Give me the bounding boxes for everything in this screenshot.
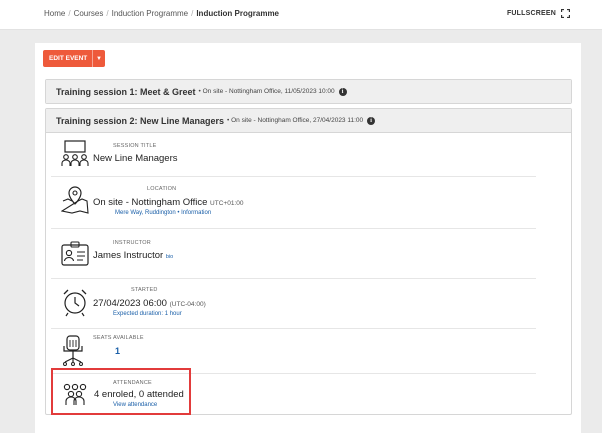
breadcrumb-current: Induction Programme: [196, 9, 280, 18]
detail-location: LOCATION On site - Nottingham Office UTC…: [51, 177, 536, 229]
breadcrumb: Home / Courses / Induction Programme / Inducti…: [44, 9, 279, 18]
presentation-icon: [61, 140, 89, 166]
session-title-label: SESSION TITLE: [113, 143, 157, 149]
session-header-1[interactable]: Training session 1: Meet & Greet • On si…: [46, 80, 571, 103]
session-title-value: New Line Managers: [93, 153, 178, 164]
office-chair-icon: [63, 335, 83, 366]
started-value-line: 27/04/2023 06:00 (UTC-04:00): [93, 298, 206, 309]
session-title: Training session 1: Meet & Greet: [56, 86, 196, 97]
location-value-line: On site - Nottingham Office UTC+01:00: [93, 197, 243, 208]
location-information-link[interactable]: Information: [181, 210, 211, 216]
location-label: LOCATION: [147, 186, 177, 192]
fullscreen-button[interactable]: FULLSCREEN: [507, 9, 570, 18]
breadcrumb-separator: /: [106, 9, 109, 18]
seats-value: 1: [115, 346, 121, 356]
detail-instructor: INSTRUCTOR James Instructor bio: [51, 229, 536, 279]
breadcrumb-home[interactable]: Home: [44, 9, 65, 18]
breadcrumb-separator: /: [191, 9, 194, 18]
breadcrumb-courses[interactable]: Courses: [74, 9, 104, 18]
instructor-label: INSTRUCTOR: [113, 240, 151, 246]
info-icon[interactable]: i: [338, 87, 347, 96]
edit-event-label: EDIT EVENT: [49, 55, 88, 62]
detail-started: STARTED 27/04/2023 06:00 (UTC-04:00) Exp…: [51, 279, 536, 329]
expected-duration: Expected duration: 1 hour: [113, 311, 182, 317]
alarm-clock-icon: [63, 289, 87, 317]
location-timezone: UTC+01:00: [210, 200, 244, 207]
session-card-1: Training session 1: Meet & Greet • On si…: [45, 79, 572, 104]
session-meta: • On site - Nottingham Office, 11/05/202…: [198, 88, 335, 95]
breadcrumb-course[interactable]: Induction Programme: [112, 9, 188, 18]
fullscreen-label: FULLSCREEN: [506, 10, 556, 17]
edit-event-button[interactable]: EDIT EVENT ▼: [43, 50, 105, 67]
instructor-value-line: James Instructor bio: [93, 250, 173, 261]
seats-label: SEATS AVAILABLE: [93, 335, 144, 341]
top-bar: Home / Courses / Induction Programme / Inducti…: [0, 0, 602, 30]
session-meta: • On site - Nottingham Office, 27/04/202…: [227, 117, 364, 124]
started-timezone: (UTC-04:00): [169, 301, 206, 308]
map-pin-icon: [61, 186, 89, 214]
breadcrumb-separator: /: [68, 9, 71, 18]
info-icon[interactable]: i: [367, 116, 376, 125]
location-value: On site - Nottingham Office: [93, 197, 208, 208]
location-address-line: Mere Way, Ruddington • Information: [115, 210, 212, 216]
instructor-bio-link[interactable]: bio: [166, 254, 173, 260]
session-header-2[interactable]: Training session 2: New Line Managers • …: [46, 109, 571, 133]
detail-session-title: SESSION TITLE New Line Managers: [51, 134, 536, 177]
fullscreen-icon: [561, 9, 570, 18]
attendance-highlight-box: [51, 368, 191, 415]
dropdown-caret-icon[interactable]: ▼: [92, 50, 105, 67]
instructor-name: James Instructor: [93, 250, 164, 261]
location-address[interactable]: Mere Way, Ruddington: [115, 210, 176, 216]
started-value: 27/04/2023 06:00: [93, 298, 167, 309]
session-title: Training session 2: New Line Managers: [56, 115, 225, 126]
started-label: STARTED: [131, 287, 158, 293]
id-badge-icon: [61, 241, 89, 266]
